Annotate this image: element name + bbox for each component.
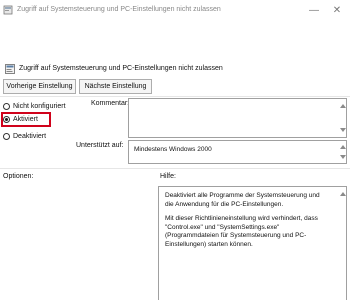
policy-name: Zugriff auf Systemsteuerung und PC-Einst… [19, 65, 223, 72]
next-setting-button[interactable]: Nächste Einstellung [79, 79, 152, 94]
section-divider [0, 168, 350, 169]
selection-highlight [1, 112, 51, 127]
scroll-up-icon[interactable] [340, 104, 346, 108]
radio-circle[interactable] [3, 133, 10, 140]
radio-not-configured-label: Nicht konfiguriert [13, 103, 66, 110]
title-bar: Zugriff auf Systemsteuerung und PC-Einst… [0, 0, 350, 22]
window-title: Zugriff auf Systemsteuerung und PC-Einst… [17, 6, 221, 13]
radio-disabled[interactable]: Deaktiviert [3, 131, 46, 142]
policy-setting-icon [5, 64, 15, 74]
help-label: Hilfe: [160, 173, 176, 180]
scroll-up-icon[interactable] [340, 192, 346, 196]
supported-on-box: Mindestens Windows 2000 [128, 140, 347, 164]
scroll-up-icon[interactable] [340, 145, 346, 149]
policy-icon [3, 5, 13, 15]
help-paragraph-1: Deaktiviert alle Programme der Systemste… [165, 192, 320, 208]
help-paragraph-2: Mit dieser Richtlinieneinstellung wird v… [165, 215, 318, 248]
radio-disabled-label: Deaktiviert [13, 133, 47, 140]
supported-on-label: Unterstützt auf: [76, 142, 124, 149]
close-button[interactable]: ✕ [327, 2, 347, 20]
radio-circle[interactable] [3, 103, 10, 110]
comment-label: Kommentar: [91, 100, 130, 107]
options-label: Optionen: [3, 173, 34, 180]
comment-textarea[interactable] [128, 98, 347, 138]
supported-on-value: Mindestens Windows 2000 [134, 146, 212, 153]
header-divider [0, 96, 350, 97]
scroll-down-icon[interactable] [340, 155, 346, 159]
minimize-button[interactable]: — [304, 2, 324, 20]
help-text: Deaktiviert alle Programme der Systemste… [165, 192, 325, 255]
previous-setting-button[interactable]: Vorherige Einstellung [3, 79, 76, 94]
radio-not-configured[interactable]: Nicht konfiguriert [3, 101, 66, 112]
scroll-down-icon[interactable] [340, 128, 346, 132]
